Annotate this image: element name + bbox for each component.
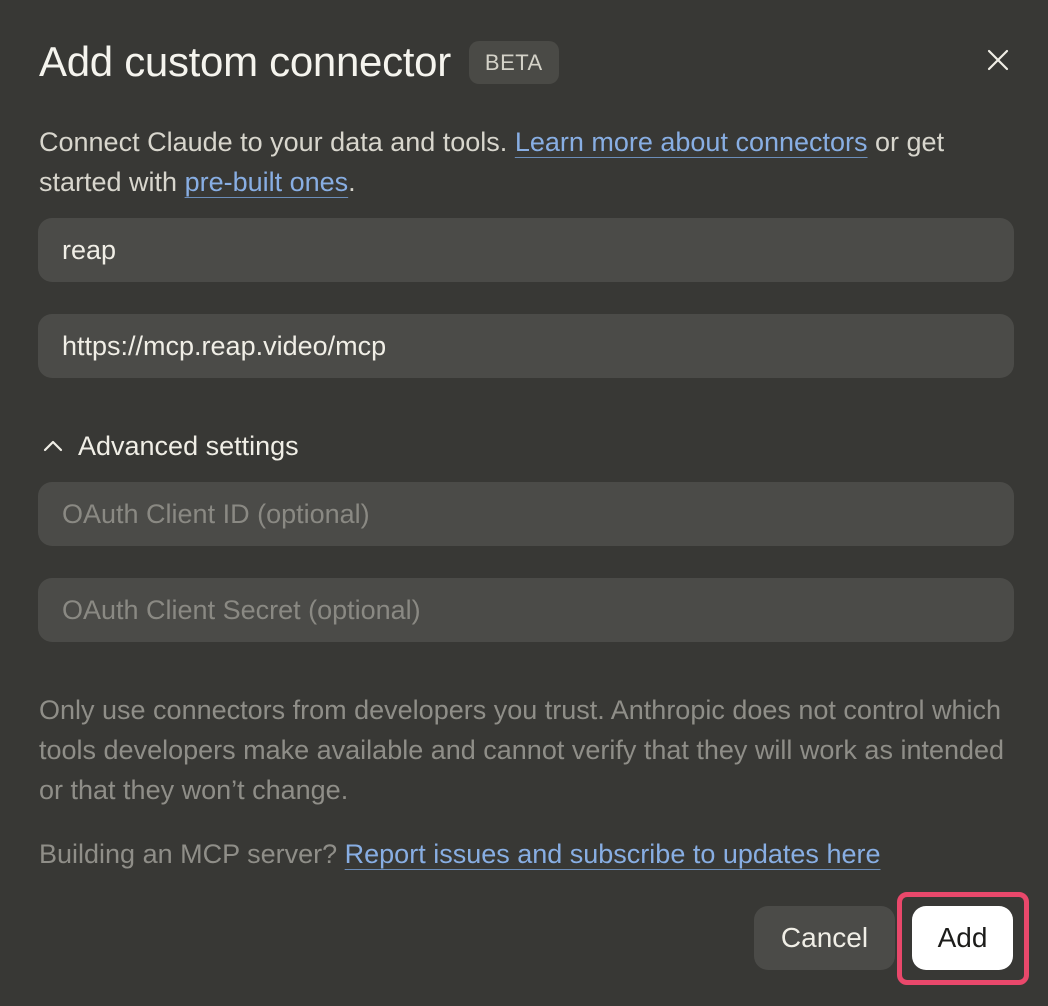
oauth-client-id-input[interactable] [62, 498, 990, 530]
learn-more-link[interactable]: Learn more about connectors [515, 127, 868, 157]
url-field-wrapper [38, 314, 1014, 378]
advanced-settings-toggle[interactable]: Advanced settings [40, 426, 299, 466]
client-id-field-wrapper [38, 482, 1014, 546]
add-connector-dialog: Add custom connector BETA Connect Claude… [0, 0, 1048, 1006]
intro-text: Connect Claude to your data and tools. L… [39, 122, 999, 202]
pre-built-link[interactable]: pre-built ones [185, 167, 349, 197]
oauth-client-secret-input[interactable] [62, 594, 990, 626]
name-field-wrapper [38, 218, 1014, 282]
add-button[interactable]: Add [912, 906, 1013, 970]
cancel-button[interactable]: Cancel [754, 906, 895, 970]
beta-badge: BETA [468, 40, 559, 84]
title-row: Add custom connector BETA [39, 34, 559, 90]
chevron-up-icon [40, 433, 66, 459]
client-secret-field-wrapper [38, 578, 1014, 642]
name-input[interactable] [62, 234, 990, 266]
trust-warning-text: Only use connectors from developers you … [39, 695, 1005, 805]
intro-text-part: Connect Claude to your data and tools. [39, 127, 515, 157]
close-button[interactable] [980, 42, 1016, 78]
intro-text-part: . [348, 167, 356, 197]
advanced-settings-label: Advanced settings [78, 430, 299, 461]
building-mcp-text: Building an MCP server? Report issues an… [39, 834, 1014, 874]
close-icon [987, 49, 1009, 71]
report-issues-link[interactable]: Report issues and subscribe to updates h… [345, 839, 881, 869]
dialog-title: Add custom connector [39, 38, 451, 85]
building-mcp-label: Building an MCP server? [39, 839, 345, 869]
url-input[interactable] [62, 330, 990, 362]
